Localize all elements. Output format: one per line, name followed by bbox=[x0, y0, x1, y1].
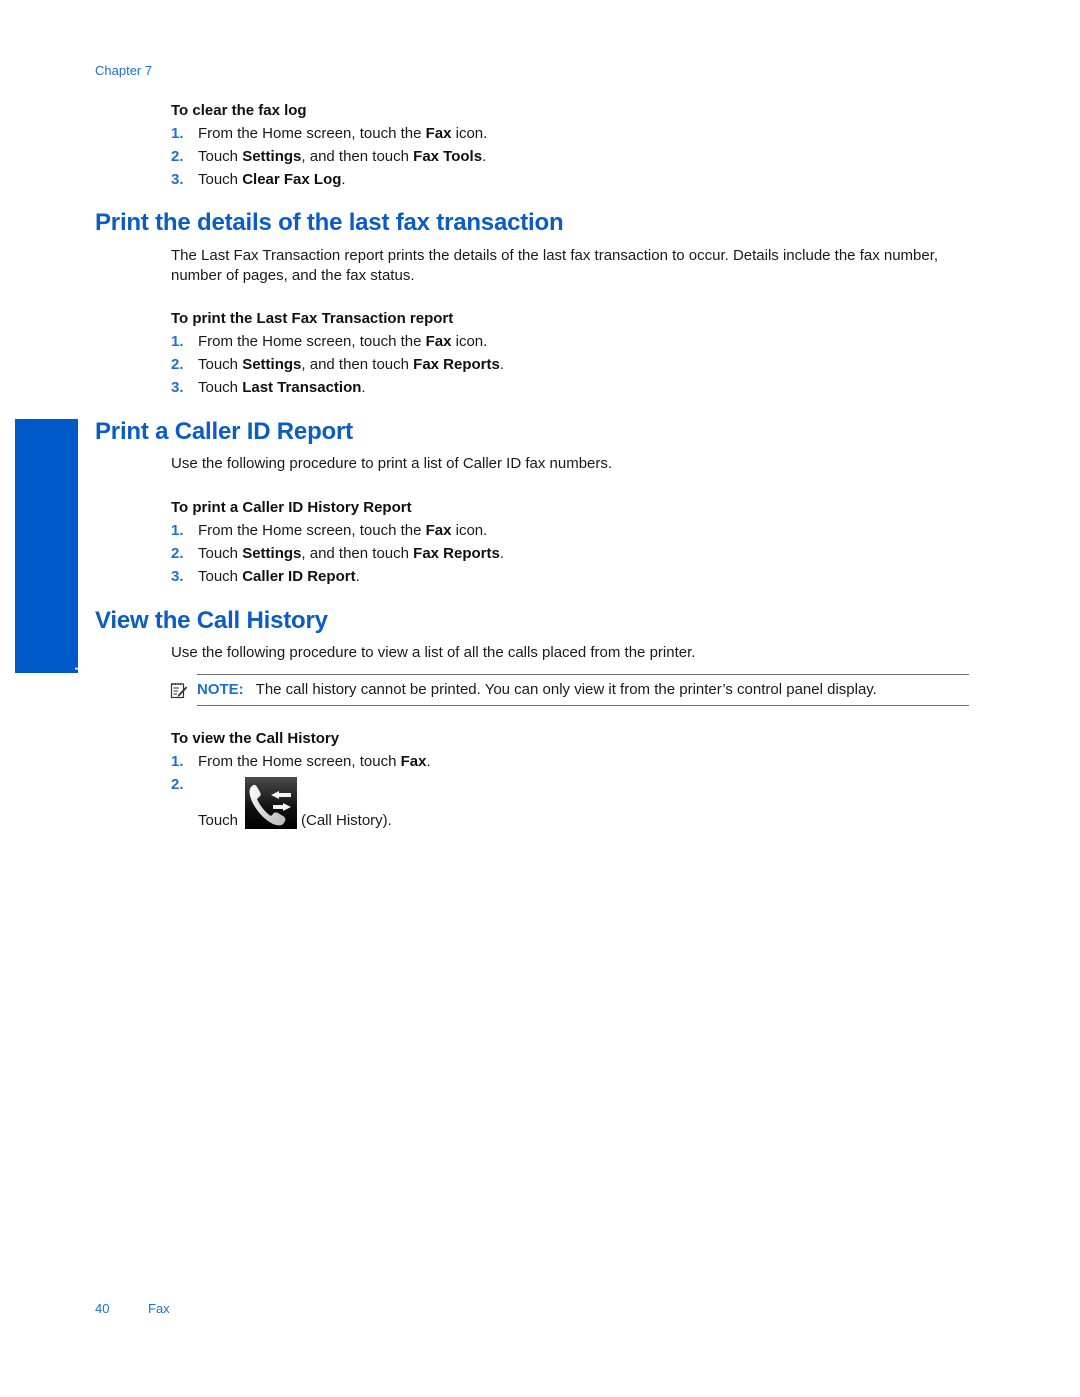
step-bold-term: Fax Reports bbox=[413, 356, 500, 373]
step-text: . bbox=[499, 356, 505, 373]
step-number: 2. bbox=[171, 148, 184, 165]
section-side-tab: Fax bbox=[15, 419, 86, 689]
step-text: Touch bbox=[198, 356, 243, 373]
step-text: icon. bbox=[451, 125, 488, 142]
step-text-end: . bbox=[426, 753, 431, 770]
step-bold-term: Caller ID Report bbox=[242, 568, 356, 585]
call-history-icon bbox=[245, 777, 297, 829]
step-text: . bbox=[482, 148, 487, 165]
clear-log-subheading: To clear the fax log bbox=[171, 102, 307, 119]
step-number: 2. bbox=[171, 356, 184, 373]
step-bold-term: Fax bbox=[425, 522, 452, 539]
page-number: 40 bbox=[95, 1301, 110, 1316]
step-text: . bbox=[499, 545, 505, 562]
call-history-step-2-caption: (Call History). bbox=[301, 812, 392, 829]
step-text: . bbox=[355, 568, 360, 585]
step-text: Touch bbox=[198, 379, 243, 396]
step-text: Touch bbox=[198, 148, 243, 165]
caller-id-step: 2. Touch Settings, and then touch Fax Rep… bbox=[171, 544, 504, 564]
step-bold-term: Fax bbox=[425, 333, 452, 350]
step-text: From the Home screen, touch the bbox=[198, 125, 426, 142]
step-text: From the Home screen, touch bbox=[198, 753, 401, 770]
step-text: , and then touch bbox=[301, 148, 414, 165]
step-number: 1. bbox=[171, 753, 184, 770]
caller-id-subheading: To print a Caller ID History Report bbox=[171, 499, 412, 516]
step-text: From the Home screen, touch the bbox=[198, 522, 426, 539]
step-text: Touch bbox=[198, 171, 243, 188]
step-number: 2. bbox=[171, 776, 184, 793]
call-history-intro: Use the following procedure to view a li… bbox=[171, 644, 696, 661]
section-heading-last-transaction: Print the details of the last fax transa… bbox=[95, 209, 564, 236]
step-bold-term: Settings bbox=[242, 356, 302, 373]
last-transaction-step: 2. Touch Settings, and then touch Fax Rep… bbox=[171, 355, 504, 375]
step-text: Touch bbox=[198, 568, 243, 585]
step-number: 1. bbox=[171, 522, 184, 539]
footer-section-name: Fax bbox=[148, 1301, 170, 1316]
phone-arrows-icon bbox=[249, 784, 291, 826]
step-text: , and then touch bbox=[301, 356, 414, 373]
clear-log-step: 1. From the Home screen, touch the Fax ic… bbox=[171, 124, 487, 144]
step-text: Touch bbox=[198, 545, 243, 562]
step-bold-term: Settings bbox=[242, 545, 302, 562]
caller-id-intro: Use the following procedure to print a l… bbox=[171, 455, 613, 472]
clear-log-step: 3. Touch Clear Fax Log. bbox=[171, 170, 346, 190]
note-text: The call history cannot be printed. You … bbox=[255, 681, 877, 698]
call-history-step-2-number: 2. bbox=[171, 775, 198, 795]
step-number: 3. bbox=[171, 171, 184, 188]
side-tab-label: Fax bbox=[72, 667, 86, 690]
clear-log-step: 2. Touch Settings, and then touch Fax Too… bbox=[171, 147, 486, 167]
note-bottom-rule bbox=[197, 705, 969, 706]
last-transaction-subheading: To print the Last Fax Transaction report bbox=[171, 310, 454, 327]
last-transaction-step: 3. Touch Last Transaction. bbox=[171, 378, 366, 398]
step-bold-term: Fax bbox=[425, 125, 452, 142]
note-box: NOTE: The call history cannot be printed… bbox=[170, 680, 877, 700]
step-text: . bbox=[361, 379, 366, 396]
step-text: icon. bbox=[451, 522, 488, 539]
step-text: . bbox=[341, 171, 346, 188]
step-number: 3. bbox=[171, 379, 184, 396]
step-bold-term: Last Transaction bbox=[242, 379, 362, 396]
chapter-label: Chapter 7 bbox=[95, 63, 153, 78]
step-bold-term: Fax Reports bbox=[413, 545, 500, 562]
step-bold-term: Clear Fax Log bbox=[242, 171, 342, 188]
step-bold: Fax bbox=[400, 753, 427, 770]
section-heading-call-history: View the Call History bbox=[95, 607, 328, 634]
step-number: 1. bbox=[171, 125, 184, 142]
step-number: 1. bbox=[171, 333, 184, 350]
step-number: 3. bbox=[171, 568, 184, 585]
note-top-rule bbox=[197, 674, 969, 675]
last-transaction-step: 1. From the Home screen, touch the Fax ic… bbox=[171, 332, 487, 352]
call-history-step-2-touch: Touch bbox=[198, 812, 239, 829]
note-pad-icon bbox=[170, 683, 188, 699]
step-text: From the Home screen, touch the bbox=[198, 333, 426, 350]
step-bold-term: Settings bbox=[242, 148, 302, 165]
call-history-step: 1. From the Home screen, touch Fax. bbox=[171, 752, 431, 772]
step-text: , and then touch bbox=[301, 545, 414, 562]
step-text: icon. bbox=[451, 333, 488, 350]
section-heading-caller-id: Print a Caller ID Report bbox=[95, 418, 353, 445]
step-number: 2. bbox=[171, 545, 184, 562]
caller-id-step: 3. Touch Caller ID Report. bbox=[171, 567, 360, 587]
caller-id-step: 1. From the Home screen, touch the Fax ic… bbox=[171, 521, 487, 541]
step-bold-term: Fax Tools bbox=[413, 148, 483, 165]
note-label: NOTE: bbox=[197, 681, 244, 698]
last-transaction-intro: The Last Fax Transaction report prints t… bbox=[171, 247, 939, 284]
call-history-subheading: To view the Call History bbox=[171, 730, 340, 747]
